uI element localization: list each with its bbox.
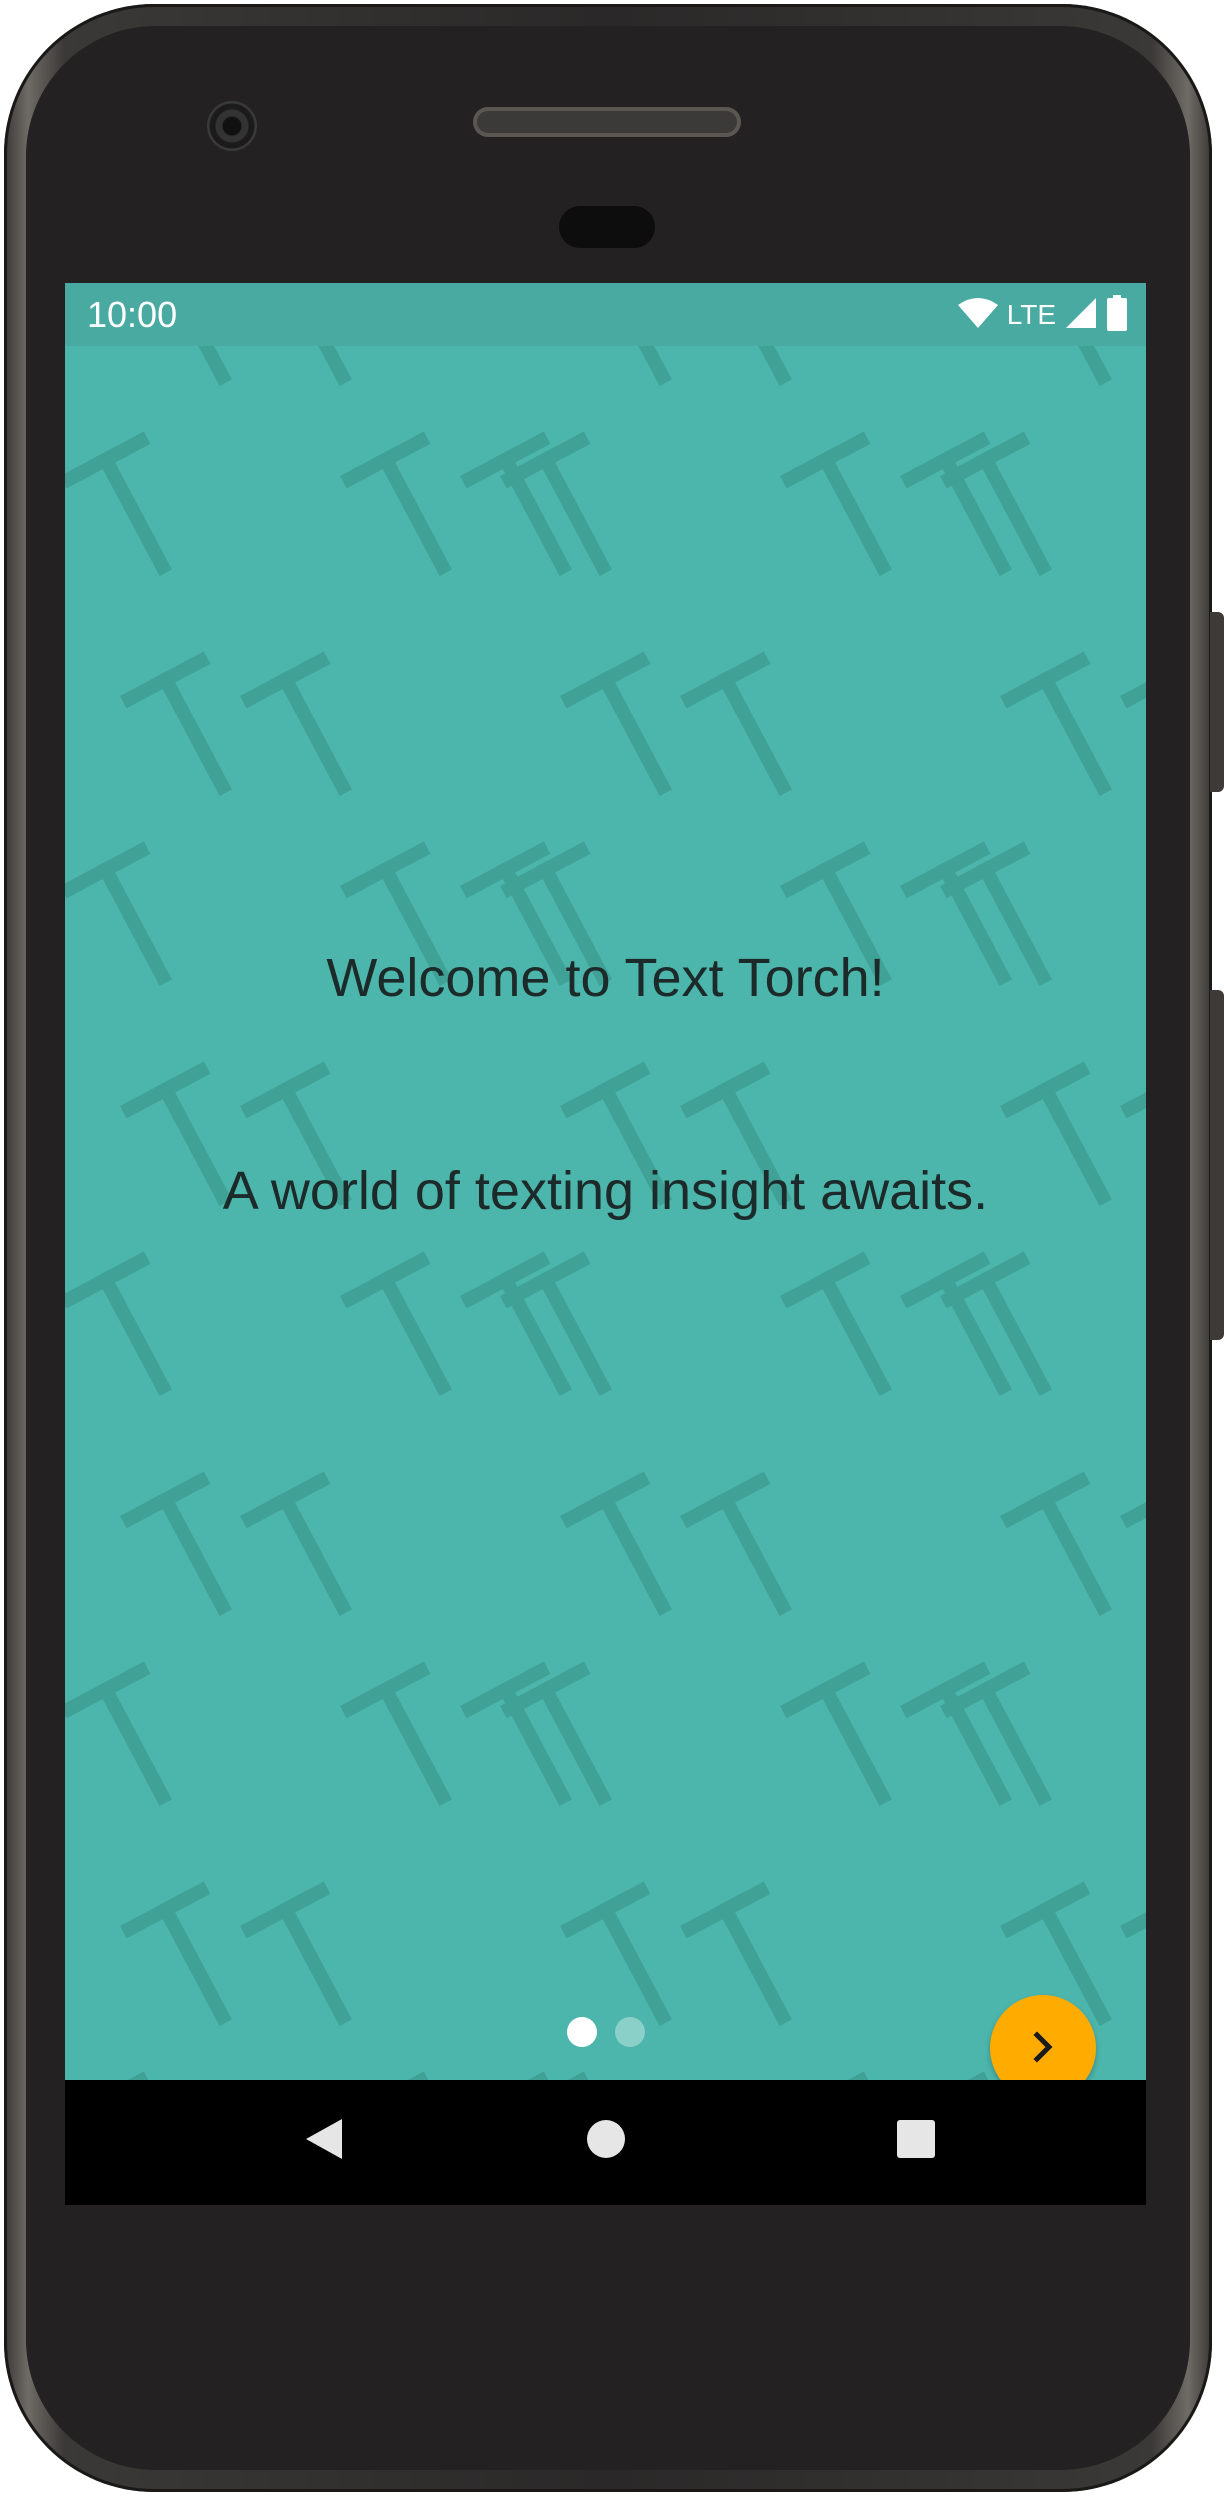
network-type-label: LTE — [1006, 299, 1056, 330]
pattern-t-glyph — [65, 1251, 172, 1396]
page-indicator — [65, 2017, 1146, 2047]
pattern-t-glyph — [780, 2071, 871, 2080]
status-icons: LTE — [957, 294, 1128, 336]
pattern-t-glyph — [65, 1661, 172, 1806]
pattern-t-glyph — [500, 2071, 591, 2080]
proximity-sensor — [559, 206, 655, 248]
pattern-t-glyph — [900, 1661, 1012, 1806]
pattern-t-glyph — [340, 2071, 431, 2080]
pattern-t-glyph — [1000, 651, 1112, 796]
back-icon — [304, 2117, 344, 2166]
chevron-right-icon — [1026, 2030, 1060, 2067]
front-camera — [207, 101, 257, 151]
onboarding-page[interactable]: Welcome to Text Torch! A world of textin… — [65, 346, 1146, 2080]
pattern-t-glyph — [1120, 651, 1146, 709]
pattern-t-glyph — [780, 1661, 892, 1806]
screen: 10:00 LTE Welcome to Text Torch! A world… — [65, 283, 1146, 2205]
back-button[interactable] — [289, 2106, 359, 2176]
pattern-t-glyph — [340, 1251, 452, 1396]
page-dot-active — [566, 2017, 597, 2047]
recents-button[interactable] — [881, 2106, 951, 2176]
pattern-t-glyph — [340, 1661, 452, 1806]
pattern-t-glyph — [596, 346, 672, 386]
pattern-t-glyph — [65, 431, 172, 576]
phone-frame: 10:00 LTE Welcome to Text Torch! A world… — [0, 0, 1224, 2498]
pattern-t-glyph — [65, 2071, 151, 2080]
pattern-t-glyph — [120, 1471, 232, 1616]
page-dot — [614, 2017, 645, 2047]
pattern-t-glyph — [120, 651, 232, 796]
pattern-t-glyph — [560, 1471, 672, 1616]
pattern-t-glyph — [1120, 1471, 1146, 1529]
pattern-t-glyph — [780, 431, 892, 576]
wifi-icon — [957, 297, 999, 334]
earpiece-speaker — [473, 107, 741, 137]
pattern-t-glyph — [276, 346, 352, 386]
signal-icon — [1064, 297, 1098, 334]
battery-icon — [1106, 294, 1128, 336]
navigation-bar — [65, 2080, 1146, 2205]
welcome-title: Welcome to Text Torch! — [326, 948, 885, 1008]
pattern-t-glyph — [1036, 346, 1112, 386]
pattern-t-glyph — [560, 651, 672, 796]
pattern-t-glyph — [460, 431, 572, 576]
pattern-t-glyph — [1120, 346, 1146, 405]
pattern-t-glyph — [680, 651, 792, 796]
pattern-t-glyph — [900, 431, 1012, 576]
status-time: 10:00 — [87, 294, 178, 335]
pattern-t-glyph — [780, 1251, 892, 1396]
power-button — [1210, 612, 1224, 792]
pattern-t-glyph — [1000, 1471, 1112, 1616]
home-button[interactable] — [571, 2106, 641, 2176]
status-bar: 10:00 LTE — [65, 283, 1146, 346]
welcome-subtitle: A world of texting insight awaits. — [222, 1161, 989, 1221]
pattern-t-glyph — [340, 431, 452, 576]
pattern-t-glyph — [156, 346, 232, 386]
pattern-t-glyph — [240, 1471, 352, 1616]
pattern-t-glyph — [460, 1251, 572, 1396]
recents-icon — [897, 2119, 935, 2163]
pattern-t-glyph — [900, 1251, 1012, 1396]
pattern-t-glyph — [240, 651, 352, 796]
pattern-t-glyph — [460, 1661, 572, 1806]
pattern-t-glyph — [680, 1471, 792, 1616]
home-icon — [586, 2119, 626, 2164]
pattern-t-glyph — [716, 346, 792, 386]
volume-button — [1210, 990, 1224, 1340]
